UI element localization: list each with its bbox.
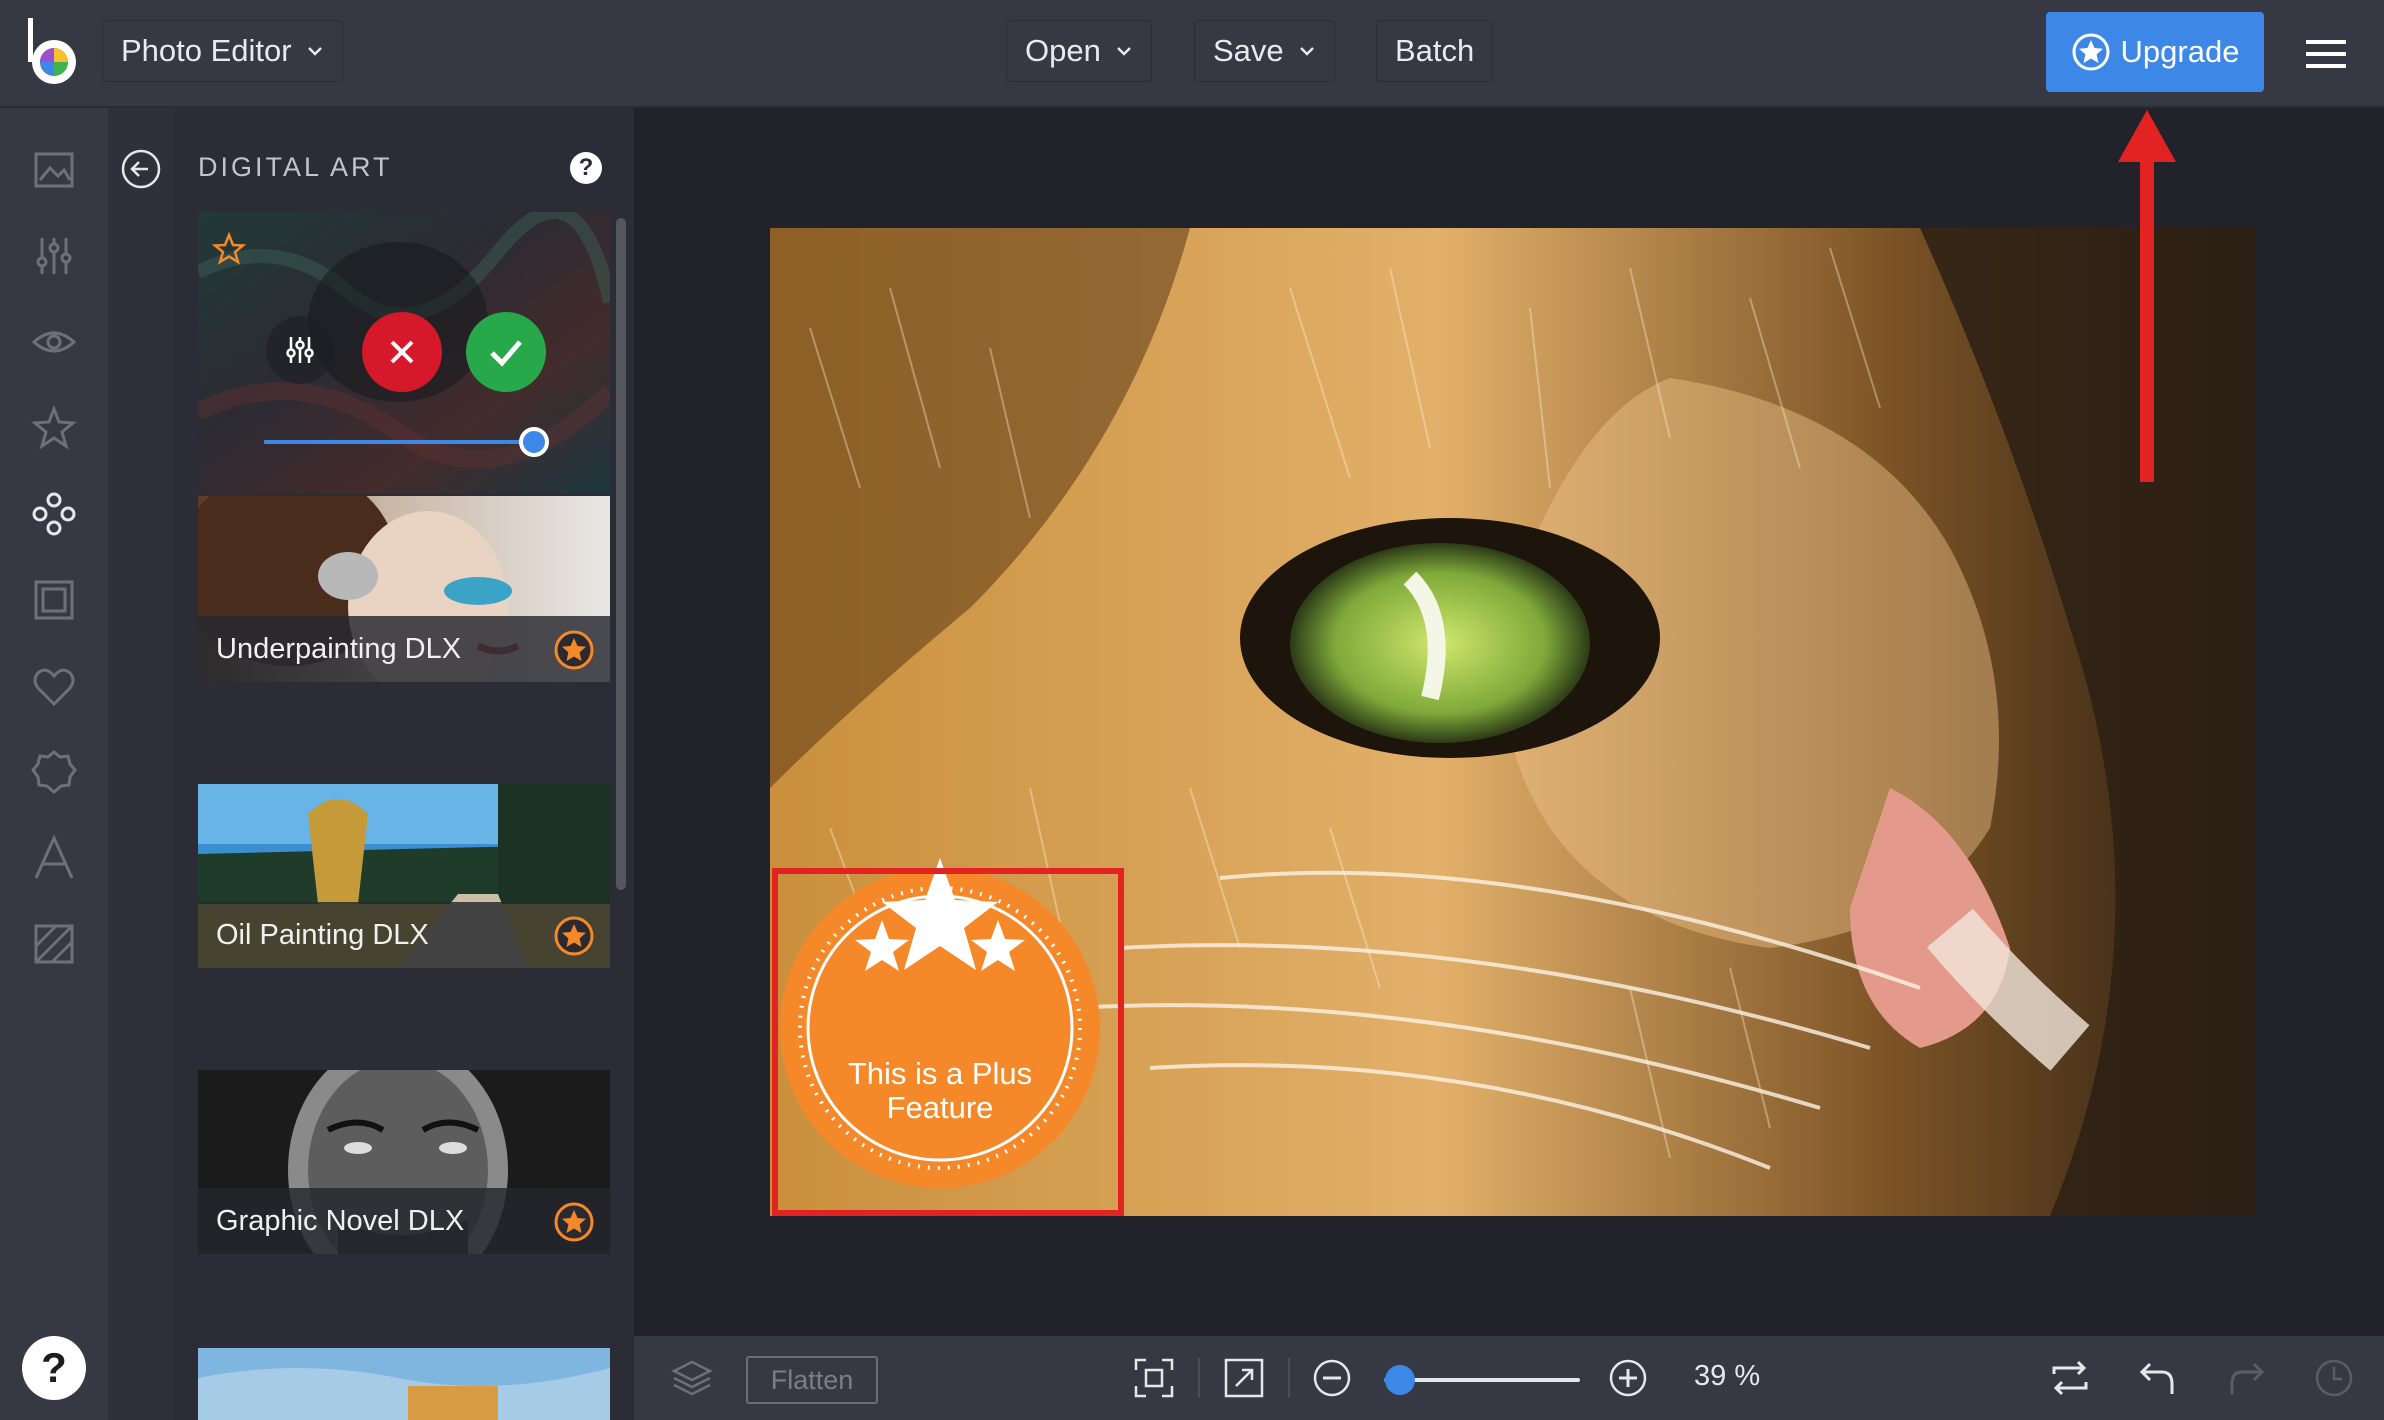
tool-rail — [0, 108, 108, 1420]
zoom-out-icon[interactable] — [1310, 1356, 1354, 1400]
highlight-box — [772, 868, 1124, 1216]
panel-scrollbar[interactable] — [616, 218, 626, 890]
filter-card-partial[interactable] — [198, 1348, 610, 1420]
plus-star-icon — [554, 630, 594, 670]
filter-thumbnail — [198, 1348, 610, 1420]
help-button[interactable]: ? — [22, 1336, 86, 1400]
panel-title: DIGITAL ART — [198, 152, 393, 182]
app-logo[interactable] — [24, 16, 80, 88]
chevron-down-icon — [1116, 47, 1131, 56]
upgrade-label: Upgrade — [2120, 34, 2240, 69]
flatten-button[interactable]: Flatten — [746, 1356, 878, 1404]
open-label: Open — [1025, 33, 1101, 68]
badge-icon[interactable] — [30, 748, 78, 796]
zoom-in-icon[interactable] — [1606, 1356, 1650, 1400]
save-button[interactable]: Save — [1194, 20, 1335, 82]
plus-star-icon — [554, 1202, 594, 1242]
back-column — [108, 108, 174, 1420]
heart-icon[interactable] — [30, 662, 78, 710]
batch-label: Batch — [1395, 33, 1475, 68]
compare-icon[interactable] — [2048, 1356, 2092, 1400]
chevron-down-icon — [1299, 47, 1314, 56]
zoom-level: 39 % — [1694, 1360, 1761, 1392]
favorite-star-icon[interactable] — [212, 232, 246, 266]
filter-card-underpainting[interactable]: Underpainting DLX — [198, 496, 610, 682]
back-arrow-icon[interactable] — [120, 148, 162, 190]
app-menu-button[interactable]: Photo Editor — [102, 20, 343, 82]
active-filter-card — [198, 212, 610, 494]
texture-icon[interactable] — [30, 920, 78, 968]
apply-icon — [490, 340, 522, 367]
intensity-slider[interactable] — [264, 427, 549, 457]
fit-screen-icon[interactable] — [1132, 1356, 1176, 1400]
text-icon[interactable] — [30, 834, 78, 882]
actual-size-icon[interactable] — [1222, 1356, 1266, 1400]
adjust-icon — [286, 337, 314, 363]
filter-card-oil-painting[interactable]: Oil Painting DLX — [198, 784, 610, 968]
upgrade-button[interactable]: Upgrade — [2046, 12, 2264, 92]
redo-icon — [2230, 1362, 2265, 1394]
batch-button[interactable]: Batch — [1376, 20, 1494, 82]
save-label: Save — [1213, 33, 1284, 68]
top-bar: Photo Editor Open Save Batch Upgrade — [0, 0, 2384, 108]
star-icon[interactable] — [30, 404, 78, 452]
filter-label: Graphic Novel DLX — [198, 1188, 610, 1254]
filter-label: Oil Painting DLX — [198, 902, 610, 968]
plus-star-icon — [554, 916, 594, 956]
divider — [1288, 1358, 1290, 1398]
filter-label: Underpainting DLX — [198, 616, 610, 682]
image-icon[interactable] — [30, 146, 78, 194]
cancel-filter-button[interactable] — [362, 312, 442, 392]
menu-icon[interactable] — [2304, 36, 2348, 72]
apply-filter-button[interactable] — [466, 312, 546, 392]
frame-icon[interactable] — [30, 576, 78, 624]
zoom-handle[interactable] — [1384, 1365, 1415, 1395]
filter-settings-button[interactable] — [266, 316, 334, 384]
intensity-fill — [264, 440, 534, 444]
filter-panel: DIGITAL ART ? Underpainting DLX Oil Pain… — [108, 108, 634, 1420]
star-circle-icon — [2072, 33, 2110, 71]
undo-icon[interactable] — [2136, 1356, 2180, 1400]
layers-icon[interactable] — [670, 1356, 714, 1400]
effects-icon[interactable] — [30, 490, 78, 538]
annotation-arrow — [2118, 110, 2176, 482]
cancel-icon — [390, 340, 414, 364]
filter-card-graphic-novel[interactable]: Graphic Novel DLX — [198, 1070, 610, 1254]
divider — [1198, 1358, 1200, 1398]
adjust-sliders-icon[interactable] — [30, 232, 78, 280]
zoom-slider[interactable] — [1384, 1365, 1580, 1395]
intensity-handle[interactable] — [519, 427, 549, 457]
app-menu-label: Photo Editor — [121, 33, 292, 68]
eye-icon[interactable] — [30, 318, 78, 366]
bottom-bar: Flatten 39 % — [634, 1336, 2384, 1420]
open-button[interactable]: Open — [1006, 20, 1152, 82]
chevron-down-icon — [307, 47, 322, 56]
panel-help-icon[interactable]: ? — [570, 152, 602, 184]
history-icon — [2315, 1359, 2353, 1397]
